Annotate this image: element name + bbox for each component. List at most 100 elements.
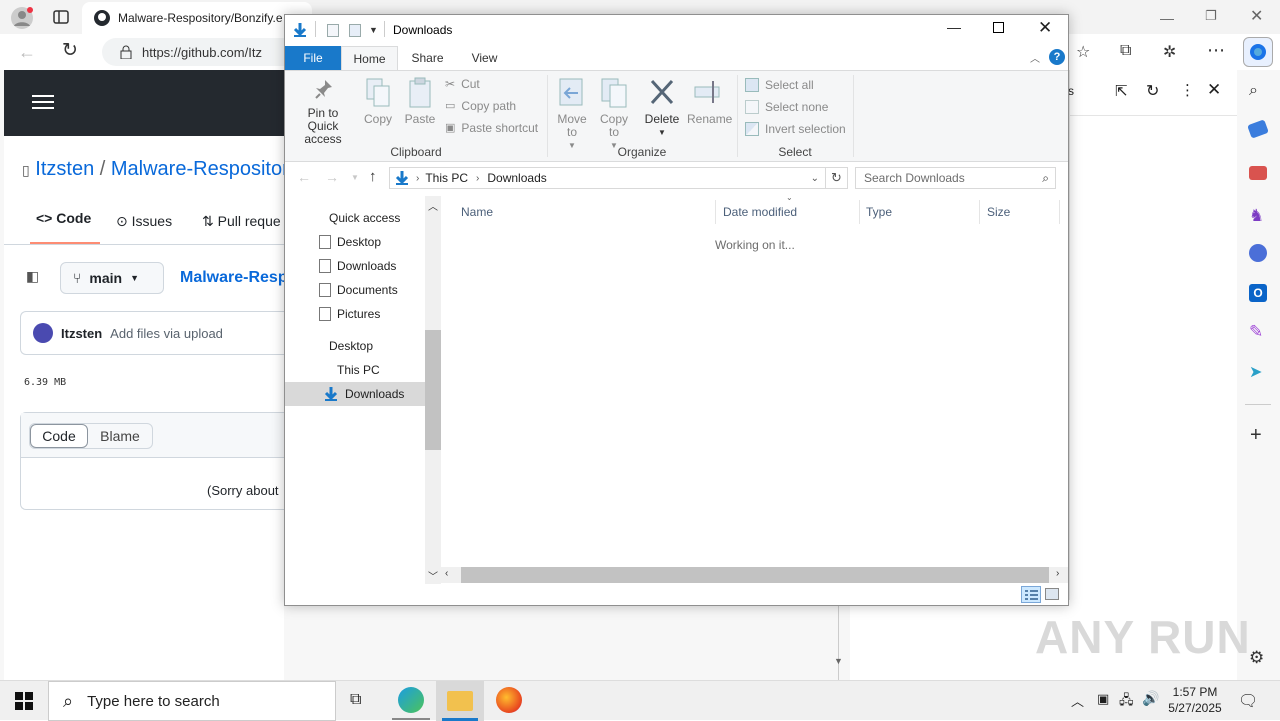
drop-icon[interactable]: ➤	[1249, 362, 1262, 382]
column-divider[interactable]	[859, 200, 860, 224]
copilot-icon[interactable]	[1243, 37, 1273, 67]
notifications-icon[interactable]: 🗨	[1238, 691, 1258, 711]
add-icon[interactable]: +	[1250, 424, 1262, 447]
column-type[interactable]: Type	[866, 202, 892, 222]
column-size[interactable]: Size	[987, 202, 1010, 222]
qat-dropdown-icon[interactable]: ▼	[369, 25, 378, 35]
select-none-button[interactable]: Select none	[745, 100, 828, 114]
copy-to-button[interactable]: Copy to ▼	[597, 77, 631, 152]
scroll-up-icon[interactable]: ︿	[428, 198, 438, 213]
details-view-icon[interactable]	[1021, 586, 1041, 603]
sidebar-toggle-icon[interactable]: ◧	[26, 268, 46, 288]
column-divider[interactable]	[979, 200, 980, 224]
nav-downloads-selected[interactable]: Downloads	[285, 382, 425, 406]
network-icon[interactable]: 🖧	[1119, 691, 1134, 713]
tab-issues[interactable]: ⊙ Issues	[116, 213, 172, 230]
open-external-icon[interactable]: ⇱	[1115, 82, 1128, 100]
clock[interactable]: 1:57 PM 5/27/2025	[1164, 684, 1226, 716]
minimize-icon[interactable]: —	[1160, 10, 1174, 26]
designer-icon[interactable]: ✎	[1249, 322, 1263, 342]
minimize-button[interactable]: —	[947, 19, 961, 35]
repo-name-link[interactable]: Malware-Respositor	[111, 158, 289, 180]
scroll-down-icon[interactable]: ▼	[834, 656, 843, 666]
repo-owner-link[interactable]: Itzsten	[35, 158, 94, 180]
commit-author[interactable]: Itzsten	[61, 326, 102, 341]
hscroll-thumb[interactable]	[461, 567, 1049, 583]
move-to-button[interactable]: Move to ▼	[555, 77, 589, 152]
large-icons-view-icon[interactable]	[1045, 588, 1059, 600]
volume-icon[interactable]: 🔊	[1142, 690, 1159, 707]
commit-message[interactable]: Add files via upload	[110, 326, 223, 341]
new-folder-icon[interactable]	[349, 24, 361, 37]
nav-this-pc[interactable]: This PC	[285, 358, 425, 382]
properties-icon[interactable]	[327, 24, 339, 37]
copy-path-button[interactable]: ▭ Copy path	[445, 100, 516, 113]
scroll-left-icon[interactable]: ‹	[445, 568, 448, 579]
firefox-taskbar-icon[interactable]	[496, 687, 522, 713]
tools-icon[interactable]	[1249, 166, 1267, 180]
collections-icon[interactable]: ⧉	[1120, 42, 1131, 60]
refresh-icon[interactable]: ↻	[62, 39, 78, 62]
path-dropdown-icon[interactable]: ⌄	[811, 173, 819, 184]
refresh-panel-icon[interactable]: ↻	[1146, 81, 1159, 101]
tab-pull-requests[interactable]: ⇅ Pull reque	[202, 213, 281, 230]
nav-quick-access[interactable]: Quick access	[285, 206, 425, 230]
invert-selection-button[interactable]: Invert selection	[745, 122, 846, 136]
help-icon[interactable]: ?	[1049, 49, 1065, 65]
collapse-ribbon-icon[interactable]: ︿	[1030, 50, 1040, 65]
taskbar-search-input[interactable]: ⌕ Type here to search	[48, 681, 336, 721]
nav-item-downloads[interactable]: Downloads	[285, 254, 425, 278]
blame-view-button[interactable]: Blame	[88, 424, 152, 448]
close-icon[interactable]: ✕	[1250, 6, 1263, 26]
column-divider[interactable]	[1059, 200, 1060, 224]
tab-actions-icon[interactable]	[52, 8, 70, 26]
address-path[interactable]: › This PC › Downloads ⌄	[389, 167, 826, 189]
maximize-button[interactable]	[993, 22, 1004, 33]
column-name[interactable]: Name	[461, 202, 493, 222]
select-all-button[interactable]: Select all	[745, 78, 814, 92]
avatar[interactable]	[33, 323, 53, 343]
profile-icon[interactable]	[10, 6, 34, 30]
network-device-icon[interactable]: ▣	[1097, 691, 1109, 707]
back-icon[interactable]: ←	[18, 42, 36, 63]
scroll-down-icon[interactable]: ﹀	[428, 568, 438, 583]
close-panel-icon[interactable]: ✕	[1207, 80, 1221, 100]
cut-button[interactable]: ✂ Cut	[445, 78, 480, 91]
column-date-modified[interactable]: Date modified	[723, 202, 797, 222]
up-arrow-icon[interactable]: ↑	[369, 168, 377, 185]
tab-home[interactable]: Home	[341, 46, 398, 70]
nav-item-desktop[interactable]: Desktop	[285, 230, 425, 254]
horizontal-scrollbar[interactable]: ‹ ›	[441, 567, 1068, 583]
forward-arrow-icon[interactable]: →	[325, 169, 339, 185]
nav-item-documents[interactable]: Documents	[285, 278, 425, 302]
more-icon[interactable]: ⋯	[1207, 40, 1225, 61]
nav-scrollbar[interactable]: ︿ ﹀	[425, 196, 441, 584]
paste-button[interactable]: Paste	[403, 77, 437, 126]
shopping-icon[interactable]	[1247, 119, 1269, 139]
nav-desktop-root[interactable]: Desktop	[285, 334, 425, 358]
path-downloads[interactable]: Downloads	[487, 171, 546, 185]
hamburger-menu-icon[interactable]	[32, 94, 54, 110]
search-icon[interactable]: ⌕	[1249, 82, 1258, 100]
start-button[interactable]	[15, 692, 33, 710]
edge-taskbar-icon[interactable]	[398, 687, 424, 713]
panel-more-icon[interactable]: ⋮	[1180, 81, 1195, 99]
back-arrow-icon[interactable]: ←	[297, 169, 311, 185]
tab-share[interactable]: Share	[400, 46, 455, 70]
favorite-icon[interactable]: ☆	[1076, 42, 1090, 62]
rename-button[interactable]: Rename	[687, 77, 732, 126]
browser-tab[interactable]: Malware-Respository/Bonzify.e	[82, 2, 312, 34]
nav-item-pictures[interactable]: Pictures	[285, 302, 425, 326]
copy-button[interactable]: Copy	[361, 77, 395, 126]
branch-selector[interactable]: ⑂ main ▼	[60, 262, 164, 294]
tab-code[interactable]: <> Code	[30, 210, 100, 244]
recent-locations-icon[interactable]: ▼	[351, 173, 359, 182]
explorer-taskbar-button[interactable]	[436, 681, 484, 721]
games-icon[interactable]: ♞	[1249, 206, 1264, 226]
scroll-thumb[interactable]	[425, 330, 441, 450]
settings-icon[interactable]: ⚙	[1249, 648, 1264, 668]
restore-icon[interactable]: ❐	[1205, 8, 1217, 24]
close-button[interactable]: ✕	[1038, 18, 1052, 38]
refresh-path-icon[interactable]: ↻	[826, 167, 848, 189]
column-divider[interactable]	[715, 200, 716, 224]
